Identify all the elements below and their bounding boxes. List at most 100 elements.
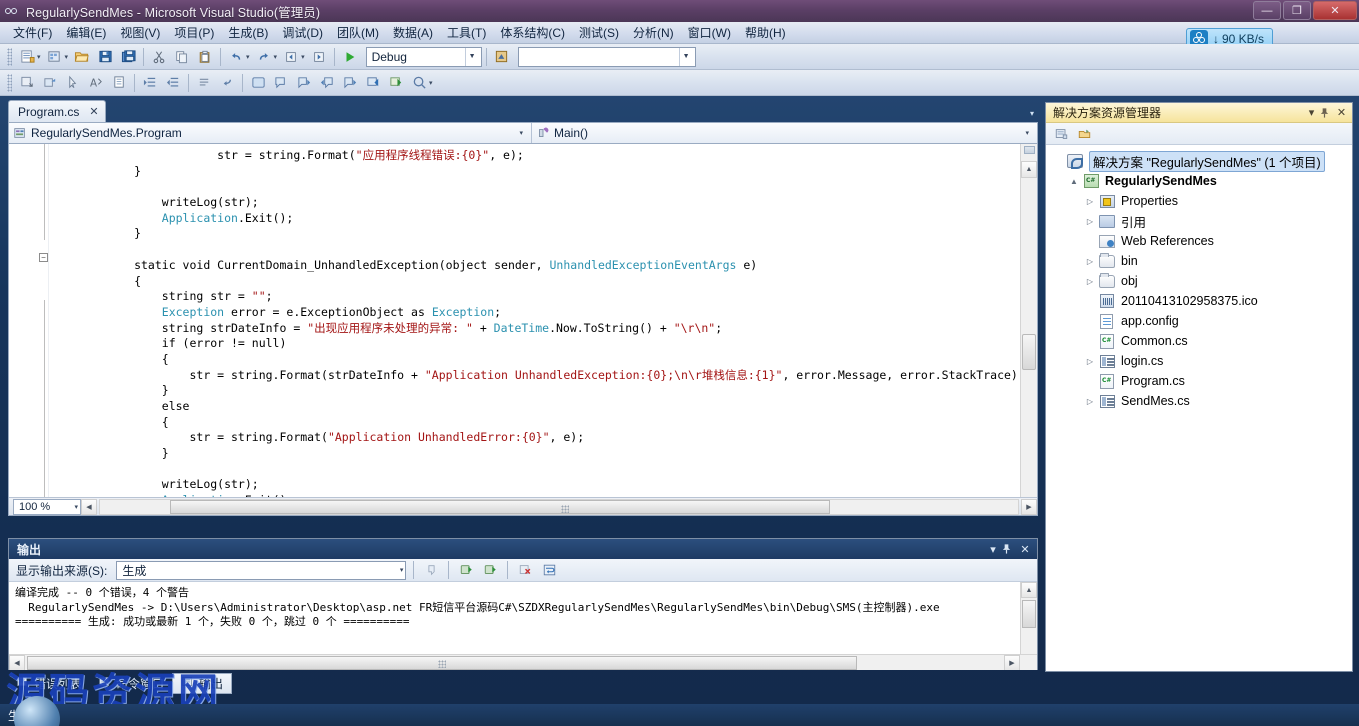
- chevron-down-icon[interactable]: ▾: [74, 503, 78, 511]
- chevron-down-icon[interactable]: ▾: [985, 543, 1001, 556]
- tree-item-4[interactable]: ▷ 引用: [1046, 211, 1352, 231]
- open-file-icon[interactable]: [71, 46, 93, 67]
- member-dropdown[interactable]: Main() ▾: [532, 123, 1037, 143]
- menu-item-1[interactable]: 文件(F): [6, 21, 59, 44]
- go-to-previous-icon[interactable]: [456, 561, 476, 580]
- menu-item-13[interactable]: 窗口(W): [681, 21, 738, 44]
- menu-item-10[interactable]: 体系结构(C): [493, 21, 572, 44]
- solution-configuration-combo[interactable]: Debug ▼: [365, 46, 482, 67]
- bottom-tab-2[interactable]: 命令窗口: [90, 673, 172, 694]
- scroll-right-button[interactable]: ▶: [1021, 498, 1037, 515]
- close-icon[interactable]: ✕: [1334, 106, 1349, 119]
- menu-item-9[interactable]: 工具(T): [440, 21, 493, 44]
- tab-program-cs[interactable]: Program.cs ✕: [8, 100, 106, 122]
- chevron-down-icon[interactable]: ▾: [1304, 106, 1319, 119]
- bookmark-next-icon[interactable]: [293, 72, 315, 93]
- tree-item-5[interactable]: Web References: [1046, 231, 1352, 251]
- menu-item-7[interactable]: 团队(M): [330, 21, 386, 44]
- clear-all-icon[interactable]: [515, 561, 535, 580]
- menu-item-2[interactable]: 编辑(E): [59, 21, 113, 44]
- copy-icon[interactable]: [171, 46, 193, 67]
- save-icon[interactable]: [94, 46, 116, 67]
- tree-item-6[interactable]: ▷ bin: [1046, 251, 1352, 271]
- tree-item-13[interactable]: ▷ SendMes.cs: [1046, 391, 1352, 411]
- start-debug-button[interactable]: [339, 46, 361, 67]
- save-all-icon[interactable]: [117, 46, 139, 67]
- pin-icon[interactable]: [1001, 543, 1017, 555]
- bookmark-clear-icon[interactable]: [339, 72, 361, 93]
- show-all-files-icon[interactable]: [1051, 124, 1071, 143]
- properties-window-icon[interactable]: [39, 72, 61, 93]
- scrollbar-thumb[interactable]: [170, 499, 830, 514]
- toolbar-grip[interactable]: [7, 47, 12, 66]
- chevron-down-icon[interactable]: ▾: [515, 129, 527, 137]
- menu-item-3[interactable]: 视图(V): [113, 21, 167, 44]
- expander-icon[interactable]: ▷: [1082, 277, 1098, 286]
- window-icon[interactable]: [247, 72, 269, 93]
- close-icon[interactable]: ✕: [89, 105, 98, 118]
- expander-icon[interactable]: ▷: [1082, 257, 1098, 266]
- expander-icon[interactable]: ▲: [1066, 177, 1082, 186]
- chevron-down-icon[interactable]: ▾: [1021, 129, 1033, 137]
- chevron-down-icon[interactable]: ▼: [464, 47, 479, 66]
- word-wrap-icon[interactable]: [539, 561, 559, 580]
- tree-item-8[interactable]: 20110413102958375.ico: [1046, 291, 1352, 311]
- step-over-icon[interactable]: [385, 72, 407, 93]
- go-to-next-icon[interactable]: [480, 561, 500, 580]
- add-new-item-icon[interactable]: [44, 46, 66, 67]
- new-project-icon[interactable]: [16, 46, 38, 67]
- close-button[interactable]: ✕: [1313, 1, 1357, 20]
- chevron-down-icon[interactable]: ▾: [1030, 109, 1034, 118]
- minimize-button[interactable]: —: [1253, 1, 1281, 20]
- toolbox-icon[interactable]: A: [85, 72, 107, 93]
- tree-item-12[interactable]: Program.cs: [1046, 371, 1352, 391]
- scroll-left-button[interactable]: ◀: [9, 654, 25, 670]
- step-into-icon[interactable]: [362, 72, 384, 93]
- scroll-left-button[interactable]: ◀: [81, 498, 97, 515]
- output-source-select[interactable]: 生成 ▾: [116, 560, 407, 580]
- menu-item-14[interactable]: 帮助(H): [738, 21, 793, 44]
- navigate-forward-icon[interactable]: [308, 46, 330, 67]
- object-browser-icon[interactable]: [62, 72, 84, 93]
- fold-toggle[interactable]: −: [39, 253, 48, 262]
- bottom-tab-3[interactable]: 输出: [172, 672, 233, 694]
- outdent-icon[interactable]: [162, 72, 184, 93]
- solution-explorer-icon[interactable]: [16, 72, 38, 93]
- scroll-up-button[interactable]: ▲: [1021, 161, 1037, 178]
- pin-icon[interactable]: [1319, 107, 1334, 119]
- refresh-icon[interactable]: [1074, 124, 1094, 143]
- chevron-down-icon[interactable]: ▾: [400, 566, 404, 574]
- scrollbar-thumb[interactable]: [1022, 600, 1036, 628]
- toolbar-grip[interactable]: [7, 73, 12, 92]
- bookmark-prev-icon[interactable]: [316, 72, 338, 93]
- tree-item-7[interactable]: ▷ obj: [1046, 271, 1352, 291]
- redo-icon[interactable]: [253, 46, 275, 67]
- tree-item-2[interactable]: ▲ RegularlySendMes: [1046, 171, 1352, 191]
- solution-tree[interactable]: 解决方案 "RegularlySendMes" (1 个项目) ▲ Regularl…: [1046, 145, 1352, 411]
- find-in-files-icon[interactable]: [491, 46, 513, 67]
- menu-item-11[interactable]: 测试(S): [572, 21, 626, 44]
- output-text-area[interactable]: 编译完成 -- 0 个错误，4 个警告 RegularlySendMes -> …: [9, 582, 1037, 670]
- tree-item-9[interactable]: app.config: [1046, 311, 1352, 331]
- bottom-tab-1[interactable]: 错误列表: [8, 673, 90, 694]
- find-icon[interactable]: [108, 72, 130, 93]
- menu-item-4[interactable]: 项目(P): [167, 21, 221, 44]
- comment-icon[interactable]: [193, 72, 215, 93]
- editor-horizontal-scrollbar[interactable]: [99, 498, 1019, 515]
- tree-item-11[interactable]: ▷ login.cs: [1046, 351, 1352, 371]
- expander-icon[interactable]: ▷: [1082, 217, 1098, 226]
- menu-item-8[interactable]: 数据(A): [386, 21, 440, 44]
- expander-icon[interactable]: ▷: [1082, 197, 1098, 206]
- uncomment-icon[interactable]: [216, 72, 238, 93]
- menu-item-5[interactable]: 生成(B): [221, 21, 275, 44]
- maximize-button[interactable]: ❐: [1283, 1, 1311, 20]
- tree-item-3[interactable]: ▷ Properties: [1046, 191, 1352, 211]
- find-combo[interactable]: ▼: [517, 46, 696, 67]
- scroll-right-button[interactable]: ▶: [1004, 654, 1020, 670]
- navigate-back-icon[interactable]: [280, 46, 302, 67]
- cut-icon[interactable]: [148, 46, 170, 67]
- undo-icon[interactable]: [225, 46, 247, 67]
- menu-item-12[interactable]: 分析(N): [626, 21, 681, 44]
- tree-item-10[interactable]: Common.cs: [1046, 331, 1352, 351]
- chevron-down-icon[interactable]: ▼: [678, 47, 693, 66]
